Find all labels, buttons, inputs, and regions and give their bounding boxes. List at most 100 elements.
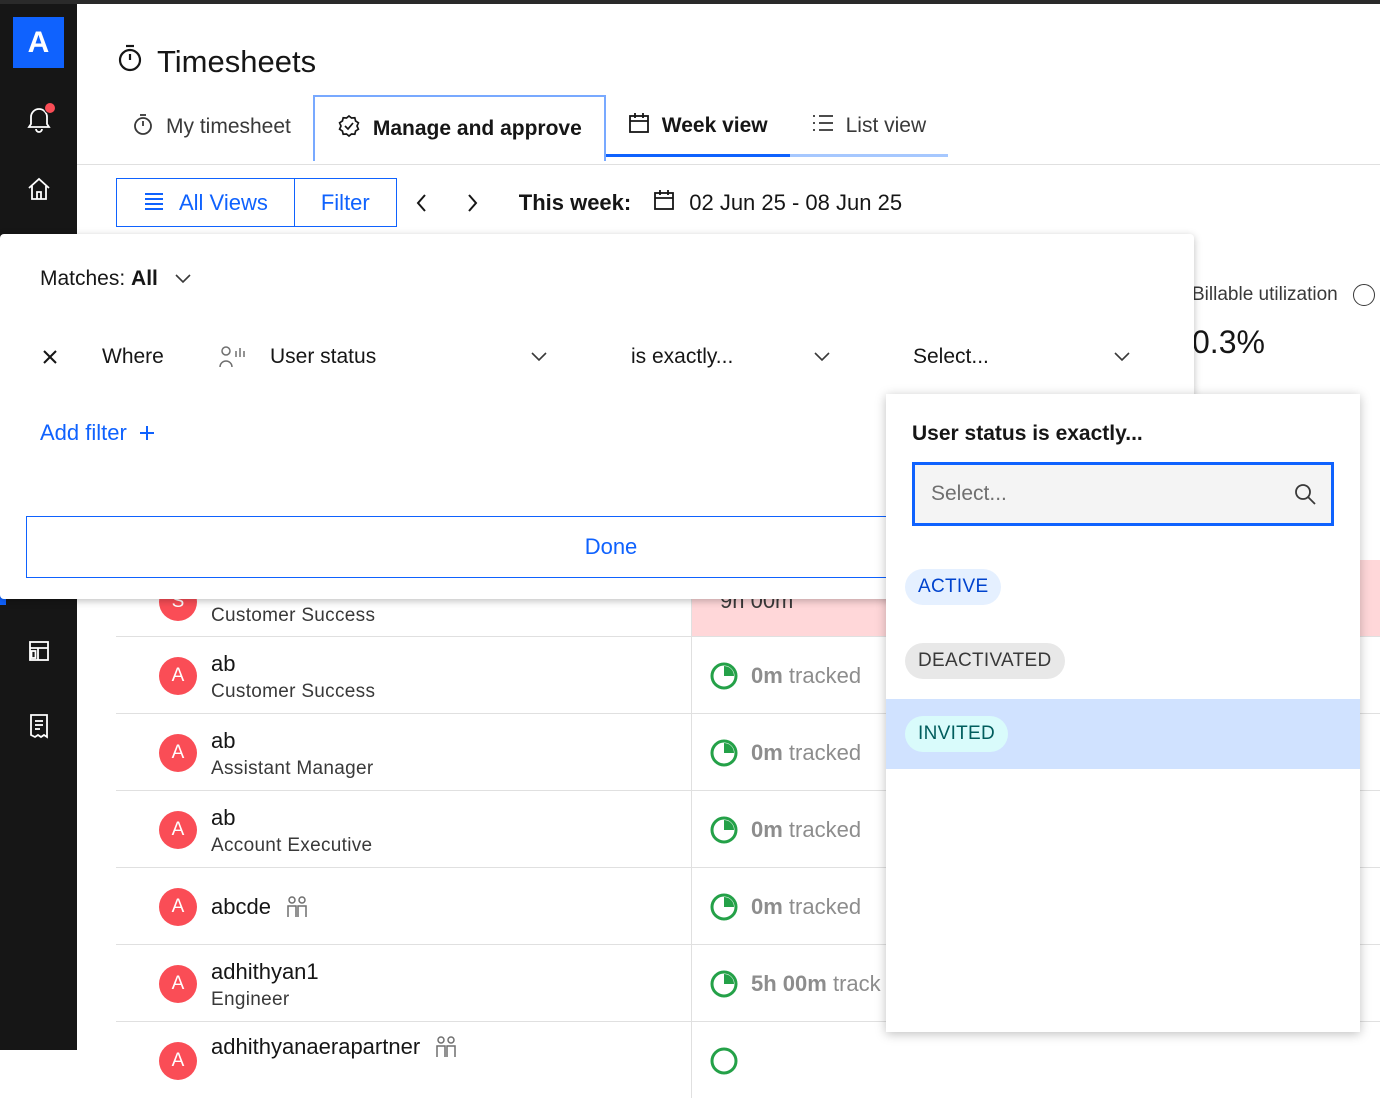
close-icon [43, 350, 57, 364]
chevron-down-icon [531, 352, 547, 362]
avatar: A [159, 657, 197, 695]
status-tag-active: ACTIVE [905, 569, 1002, 605]
person-role: Account Executive [211, 835, 373, 856]
person-cell: A ab Account Executive [116, 791, 692, 867]
option-deactivated[interactable]: DEACTIVATED [886, 626, 1360, 696]
previous-week-button[interactable] [397, 178, 447, 227]
tracked-time: 0m tracked [709, 892, 861, 922]
calendar-icon [628, 112, 650, 140]
filter-label: Filter [320, 189, 370, 215]
next-week-button[interactable] [447, 178, 497, 227]
person-name-wrapper[interactable]: abcde [211, 894, 309, 920]
dashboard-icon[interactable] [24, 636, 54, 666]
tab-label: List view [845, 113, 927, 137]
chevron-down-icon [1114, 352, 1130, 362]
dropdown-title: User status is exactly... [912, 422, 1143, 445]
filter-row: Where User status is exactly... Select..… [0, 337, 1194, 377]
all-views-label: All Views [179, 189, 268, 215]
chevron-right-icon [467, 193, 478, 212]
dropdown-search [912, 462, 1334, 526]
tracked-suffix: tracked [788, 663, 862, 688]
add-filter-button[interactable]: Add filter [40, 420, 155, 446]
progress-clock-icon [710, 739, 738, 767]
tab-label: Week view [661, 113, 768, 137]
person-name-wrapper[interactable]: adhithyanaerapartner [211, 1034, 458, 1060]
matches-text: Matches: All [40, 267, 158, 291]
avatar: A [159, 888, 197, 926]
progress-clock-icon [710, 970, 738, 998]
status-tag-deactivated: DEACTIVATED [905, 643, 1065, 679]
person-role: Customer Success [211, 605, 376, 626]
user-status-icon [219, 346, 245, 368]
tabs-divider [77, 164, 1380, 165]
person-cell: A ab Assistant Manager [116, 714, 692, 790]
filter-button[interactable]: Filter [294, 178, 397, 227]
bell-icon[interactable] [24, 102, 56, 134]
tracked-time: 0m tracked [709, 661, 861, 691]
person-cell: A ab Customer Success [116, 637, 692, 713]
remove-filter-button[interactable] [40, 337, 60, 377]
page-title: Timesheets [117, 44, 316, 80]
all-views-button[interactable]: All Views [116, 178, 295, 227]
tracked-suffix: tracked [788, 740, 862, 765]
date-range-picker[interactable]: 02 Jun 25 - 08 Jun 25 [653, 189, 902, 217]
tracked-value: 5h 00m [751, 971, 827, 996]
table-row[interactable]: A adhithyanaerapartner [116, 1022, 1380, 1098]
info-icon[interactable] [1353, 284, 1376, 306]
tab-list-view[interactable]: List view [789, 97, 949, 157]
avatar: A [159, 1042, 197, 1080]
avatar: A [159, 811, 197, 849]
option-active[interactable]: ACTIVE [886, 552, 1360, 622]
person-role: Engineer [211, 989, 290, 1010]
home-icon[interactable] [24, 174, 54, 204]
value-select[interactable]: Select... [913, 337, 1131, 377]
tab-week-view[interactable]: Week view [605, 97, 790, 157]
operator-value: is exactly... [631, 345, 734, 368]
person-role: Customer Success [211, 681, 376, 702]
value-placeholder: Select... [913, 345, 989, 368]
tab-manage-and-approve[interactable]: Manage and approve [312, 95, 606, 161]
tracked-suffix: tracked [788, 894, 862, 919]
tracked-time [709, 1046, 739, 1076]
person-cell: A abcde [116, 868, 692, 944]
progress-clock-icon [710, 1047, 738, 1075]
status-tag-invited: INVITED [905, 716, 1009, 752]
where-label: Where [102, 345, 164, 368]
add-filter-label: Add filter [40, 420, 127, 445]
badge-check-icon [337, 114, 361, 144]
app-logo[interactable]: A [13, 17, 64, 68]
field-value: User status [270, 345, 377, 368]
matches-label: Matches: [40, 267, 126, 290]
person-name[interactable]: ab [211, 728, 235, 754]
person-name[interactable]: adhithyan1 [211, 959, 319, 985]
billable-utilization-text: Billable utilization [1192, 284, 1338, 306]
menu-icon [143, 190, 165, 216]
tab-bar: My timesheet Manage and approve Week vie… [110, 95, 949, 165]
page-title-text: Timesheets [157, 44, 317, 79]
avatar: A [159, 734, 197, 772]
toolbar: All Views Filter This week: 02 Jun 25 - … [116, 177, 902, 228]
date-range-text: 02 Jun 25 - 08 Jun 25 [689, 189, 903, 215]
tracked-value: 0m [751, 740, 783, 765]
search-icon[interactable] [1293, 482, 1317, 506]
billable-utilization-label: Billable utilization [1192, 284, 1376, 306]
dropdown-search-input[interactable] [929, 481, 1263, 507]
person-role: Assistant Manager [211, 758, 374, 779]
tab-label: My timesheet [166, 115, 291, 138]
person-cell: A adhithyanaerapartner [116, 1022, 692, 1098]
person-name[interactable]: ab [211, 805, 235, 831]
avatar: A [159, 965, 197, 1003]
chevron-left-icon [416, 193, 426, 212]
week-label: This week: [518, 189, 632, 215]
receipt-icon[interactable] [24, 711, 54, 741]
operator-select[interactable]: is exactly... [631, 337, 831, 377]
option-invited[interactable]: INVITED [886, 699, 1360, 769]
matches-selector[interactable]: Matches: All [40, 267, 192, 291]
done-label: Done [584, 534, 638, 559]
field-select[interactable]: User status [218, 337, 548, 377]
tracked-suffix: track [832, 971, 881, 996]
tab-my-timesheet[interactable]: My timesheet [110, 97, 313, 157]
progress-clock-icon [710, 816, 738, 844]
person-name[interactable]: ab [211, 651, 235, 677]
list-icon [812, 113, 834, 139]
